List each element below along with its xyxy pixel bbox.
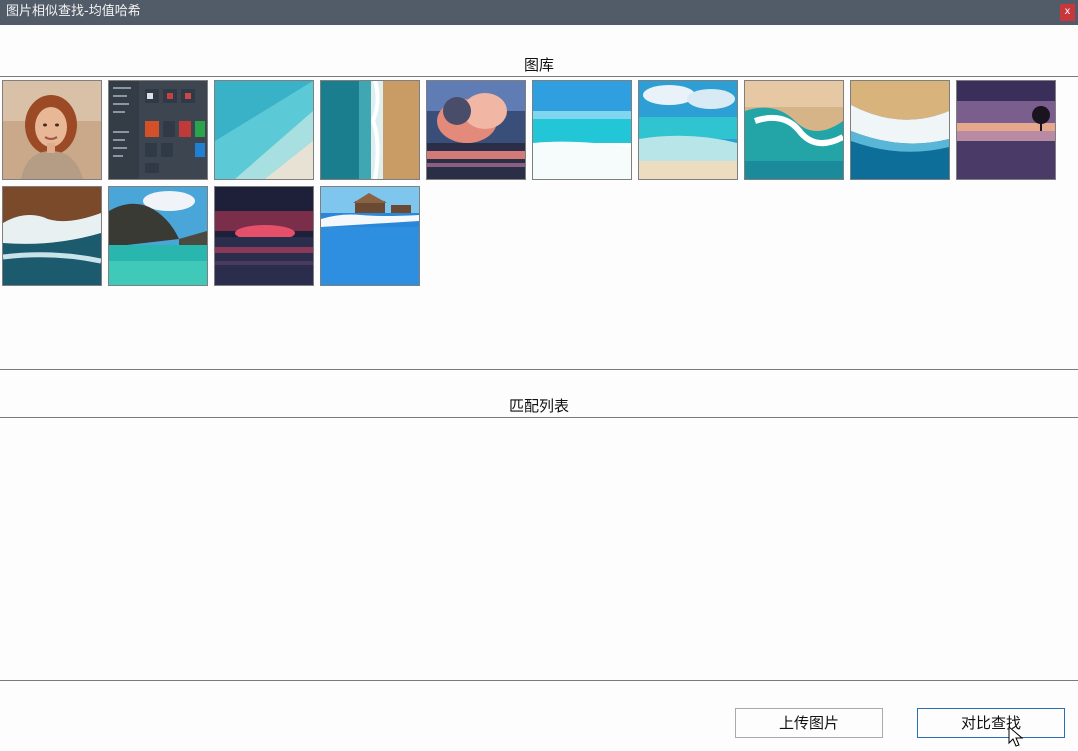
gallery-header-divider (0, 76, 1078, 77)
gallery-grid (2, 80, 1078, 290)
bungalows-image (321, 187, 419, 285)
gallery-thumb-wave-foam[interactable] (850, 80, 950, 180)
actions-divider (0, 680, 1078, 681)
turquoise-coast-image (215, 81, 313, 179)
gallery-thumb-sunset-clouds[interactable] (426, 80, 526, 180)
matches-header: 匹配列表 (508, 397, 569, 415)
gallery-bottom-divider (0, 369, 1078, 370)
close-button[interactable]: x (1060, 4, 1075, 21)
gallery-thumb-turquoise-coast[interactable] (214, 80, 314, 180)
gallery-thumb-red-sunset[interactable] (214, 186, 314, 286)
wave-foam-image (851, 81, 949, 179)
window-title: 图片相似查找-均值哈希 (6, 4, 141, 19)
beach-aerial-image (321, 81, 419, 179)
gallery-thumb-purple-sunset[interactable] (956, 80, 1056, 180)
gallery-header: 图库 (523, 56, 554, 74)
gallery-thumb-start-menu[interactable] (108, 80, 208, 180)
gallery-thumb-bungalows[interactable] (320, 186, 420, 286)
wave-curl-image (745, 81, 843, 179)
gallery-thumb-beach-shore[interactable] (638, 80, 738, 180)
gallery-thumb-lagoon[interactable] (108, 186, 208, 286)
portrait-image (3, 81, 101, 179)
purple-sunset-image (957, 81, 1055, 179)
gallery-thumb-wave-curl[interactable] (744, 80, 844, 180)
upload-button[interactable]: 上传图片 (735, 708, 883, 738)
gallery-thumb-portrait[interactable] (2, 80, 102, 180)
title-bar: 图片相似查找-均值哈希 x (0, 0, 1078, 25)
tropical-beach-image (533, 81, 631, 179)
rocky-coast-image (3, 187, 101, 285)
beach-shore-image (639, 81, 737, 179)
matches-list (0, 418, 1078, 680)
compare-search-button[interactable]: 对比查找 (917, 708, 1065, 738)
start-menu-image (109, 81, 207, 179)
gallery-thumb-beach-aerial[interactable] (320, 80, 420, 180)
sunset-clouds-image (427, 81, 525, 179)
red-sunset-image (215, 187, 313, 285)
gallery-thumb-tropical-beach[interactable] (532, 80, 632, 180)
gallery-thumb-rocky-coast[interactable] (2, 186, 102, 286)
lagoon-image (109, 187, 207, 285)
